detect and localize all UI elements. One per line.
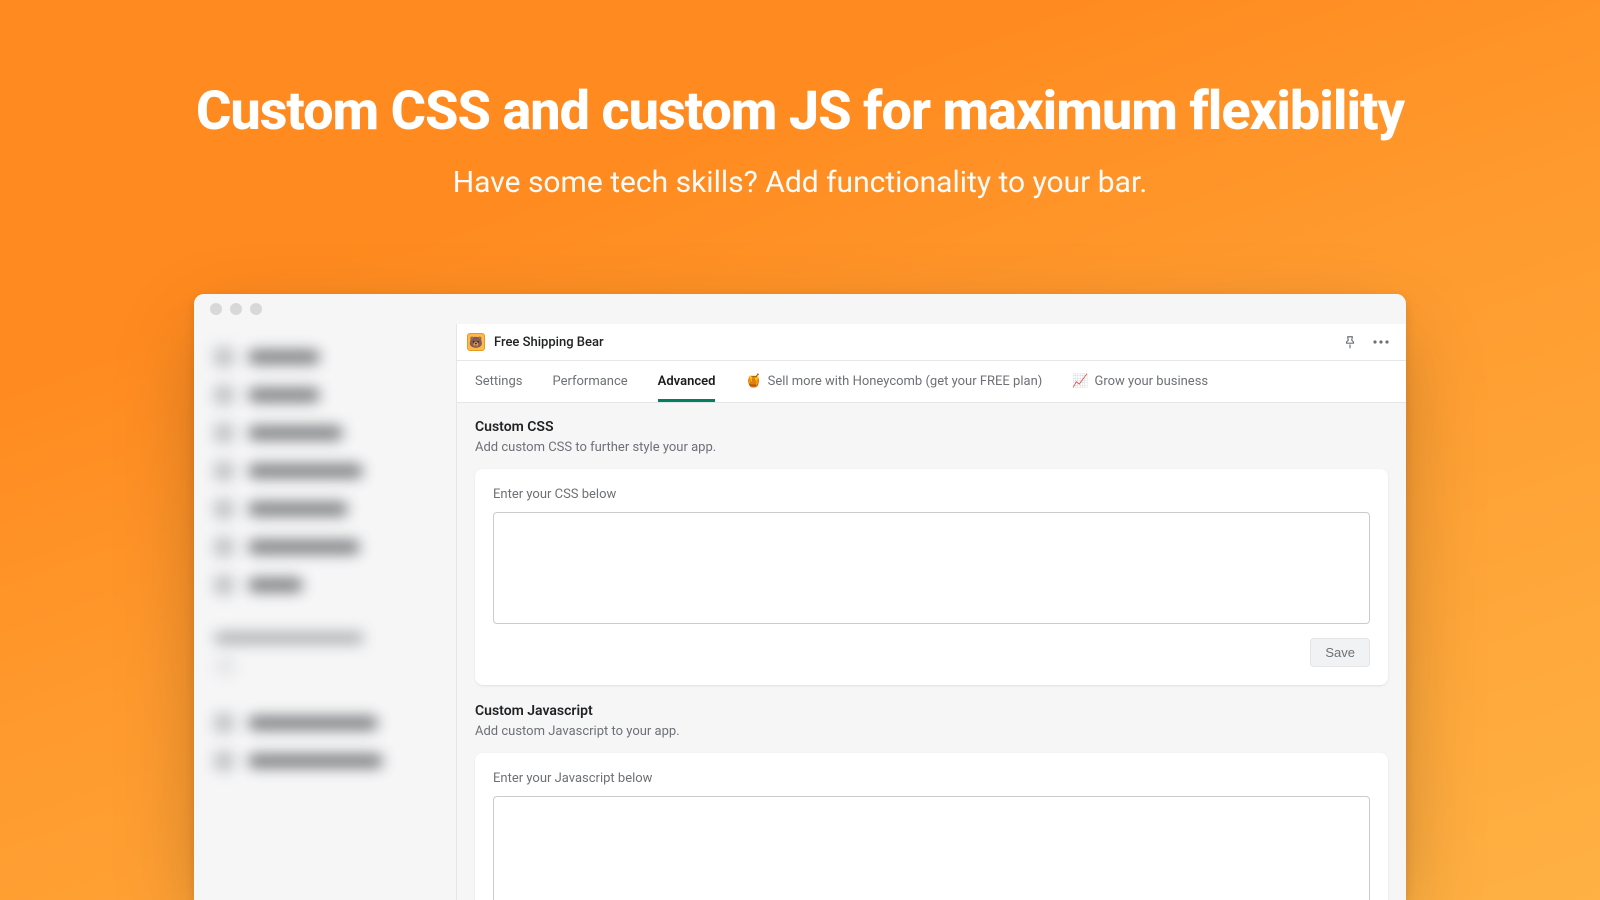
- tab-honeycomb[interactable]: 🍯 Sell more with Honeycomb (get your FREE…: [745, 361, 1042, 401]
- chart-up-icon: 📈: [1072, 374, 1088, 389]
- custom-css-card: Enter your CSS below Save: [475, 469, 1388, 685]
- tab-grow[interactable]: 📈 Grow your business: [1072, 361, 1208, 401]
- tab-advanced[interactable]: Advanced: [658, 361, 716, 401]
- tab-label: Advanced: [658, 374, 716, 389]
- app-icon: 🐻: [467, 333, 485, 351]
- css-input[interactable]: [493, 512, 1370, 624]
- js-input[interactable]: [493, 796, 1370, 900]
- save-button[interactable]: Save: [1310, 638, 1370, 667]
- js-field-label: Enter your Javascript below: [493, 771, 1370, 786]
- more-icon[interactable]: [1370, 331, 1392, 353]
- tab-label: Performance: [552, 374, 627, 389]
- tab-settings[interactable]: Settings: [475, 361, 522, 401]
- tab-label: Sell more with Honeycomb (get your FREE …: [768, 374, 1043, 389]
- css-field-label: Enter your CSS below: [493, 487, 1370, 502]
- hero-title: Custom CSS and custom JS for maximum fle…: [196, 80, 1404, 143]
- main-panel: 🐻 Free Shipping Bear Settings Performanc…: [456, 324, 1406, 900]
- app-title: Free Shipping Bear: [494, 335, 604, 350]
- tabs: Settings Performance Advanced 🍯 Sell more…: [457, 361, 1406, 402]
- tab-label: Settings: [475, 374, 522, 389]
- pin-icon[interactable]: [1339, 331, 1361, 353]
- app-header: 🐻 Free Shipping Bear: [457, 324, 1406, 361]
- tab-performance[interactable]: Performance: [552, 361, 627, 401]
- custom-js-card: Enter your Javascript below: [475, 753, 1388, 900]
- custom-css-subtitle: Add custom CSS to further style your app…: [475, 440, 1388, 455]
- honeycomb-icon: 🍯: [745, 374, 761, 389]
- traffic-light-min[interactable]: [230, 303, 242, 315]
- tab-label: Grow your business: [1094, 374, 1208, 389]
- custom-js-title: Custom Javascript: [475, 703, 1388, 719]
- content-area: Custom CSS Add custom CSS to further sty…: [457, 403, 1406, 900]
- custom-js-subtitle: Add custom Javascript to your app.: [475, 724, 1388, 739]
- app-window: 🐻 Free Shipping Bear Settings Performanc…: [194, 294, 1406, 900]
- traffic-light-max[interactable]: [250, 303, 262, 315]
- hero-subtitle: Have some tech skills? Add functionality…: [453, 165, 1147, 200]
- admin-sidebar-blurred: [194, 324, 456, 900]
- traffic-light-close[interactable]: [210, 303, 222, 315]
- window-chrome: [194, 294, 1406, 324]
- custom-css-title: Custom CSS: [475, 419, 1388, 435]
